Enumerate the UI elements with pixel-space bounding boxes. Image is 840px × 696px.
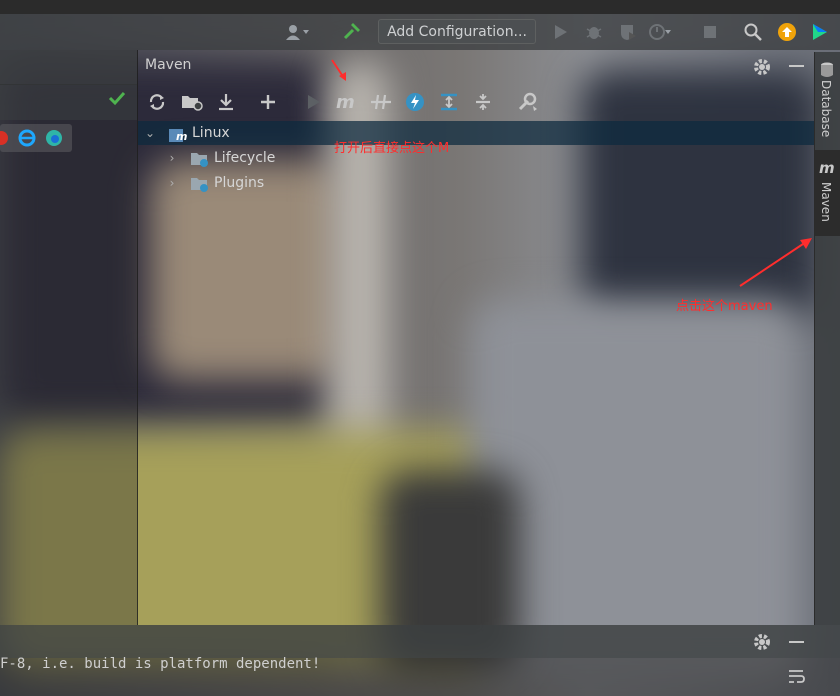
folder-gear-icon (190, 175, 210, 192)
database-tab[interactable]: Database (819, 80, 833, 137)
edge-icon[interactable] (44, 128, 64, 152)
plus-icon[interactable] (256, 90, 280, 114)
annotation-arrow-top (331, 59, 346, 81)
annotation-text-top: 打开后直接点这个M (334, 141, 450, 156)
download-icon[interactable] (214, 90, 238, 114)
hammer-icon[interactable] (340, 20, 364, 44)
svg-text:m: m (819, 160, 835, 176)
maven-m-icon[interactable]: m (334, 90, 358, 114)
bottom-panel-header (0, 625, 840, 658)
user-icon[interactable] (286, 20, 310, 44)
annotation-arrow-right (739, 238, 812, 287)
toggle-offline-icon[interactable] (369, 90, 393, 114)
chrome-icon[interactable] (0, 129, 10, 151)
lightning-icon[interactable] (403, 90, 427, 114)
ie-icon[interactable] (17, 128, 37, 152)
profile-icon[interactable] (648, 20, 672, 44)
svg-text:m: m (176, 130, 187, 143)
maven-panel-title: Maven (145, 57, 192, 73)
run-maven-icon[interactable] (302, 90, 326, 114)
maven-tab[interactable]: Maven (819, 182, 833, 222)
add-configuration-button[interactable]: Add Configuration... (378, 19, 536, 44)
tree-item-label: Plugins (214, 175, 265, 191)
expand-icon[interactable] (437, 90, 461, 114)
check-icon (108, 90, 126, 110)
plugin-icon[interactable] (808, 20, 832, 44)
wrench-icon[interactable] (515, 90, 539, 114)
debug-icon[interactable] (582, 20, 606, 44)
right-tool-stripe (814, 52, 840, 625)
project-panel-header (0, 50, 137, 85)
search-icon[interactable] (741, 20, 765, 44)
run-icon[interactable] (549, 20, 573, 44)
maven-m-icon: m (818, 159, 836, 180)
chevron-down-icon[interactable]: ⌄ (142, 126, 158, 140)
tree-item-plugins[interactable]: › Plugins (164, 172, 264, 194)
minimize-icon[interactable] (789, 65, 804, 67)
tree-root-linux[interactable]: ⌄ m Linux (142, 122, 230, 144)
annotation-text-right: 点击这个maven (676, 299, 773, 314)
tree-root-label: Linux (192, 125, 230, 141)
console-line: F-8, i.e. build is platform dependent! (0, 656, 321, 672)
tree-selection (138, 121, 814, 145)
update-icon[interactable] (775, 20, 799, 44)
add-folder-icon[interactable] (180, 90, 204, 114)
svg-text:m: m (336, 93, 355, 111)
chevron-right-icon[interactable]: › (164, 176, 180, 190)
coverage-icon[interactable] (616, 20, 640, 44)
folder-gear-icon (190, 150, 210, 167)
reload-icon[interactable] (145, 90, 169, 114)
chevron-right-icon[interactable]: › (164, 151, 180, 165)
database-icon (819, 62, 835, 82)
soft-wrap-icon[interactable] (787, 668, 805, 690)
gear-icon[interactable] (752, 632, 772, 656)
stop-icon[interactable] (698, 20, 722, 44)
collapse-icon[interactable] (471, 90, 495, 114)
tree-item-lifecycle[interactable]: › Lifecycle (164, 147, 275, 169)
gear-icon[interactable] (752, 57, 772, 81)
maven-project-icon: m (168, 125, 188, 143)
title-strip (0, 0, 840, 14)
minimize-icon[interactable] (789, 641, 804, 643)
tree-item-label: Lifecycle (214, 150, 276, 166)
